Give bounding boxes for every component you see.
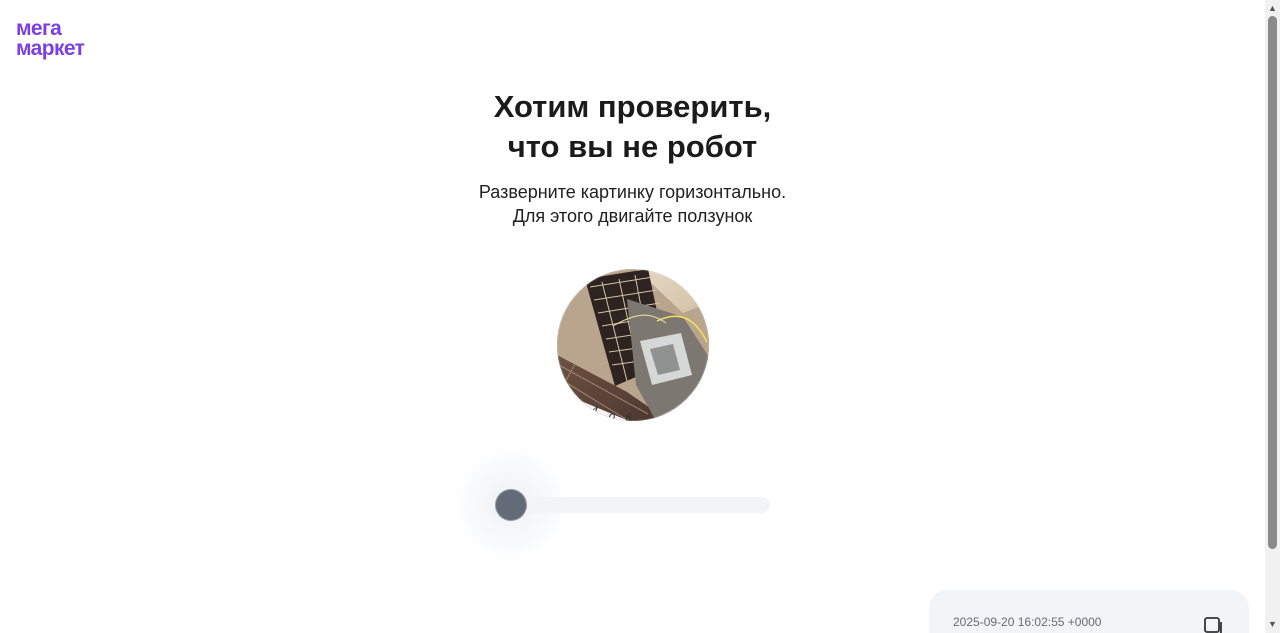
megamarket-logo[interactable]: мега маркет — [16, 17, 108, 60]
rotation-slider-track[interactable] — [509, 497, 770, 513]
vertical-scrollbar[interactable]: ▲ ▼ — [1265, 0, 1280, 633]
rotation-slider-thumb[interactable] — [495, 489, 527, 521]
captcha-title: Хотим проверить, что вы не робот — [0, 87, 1265, 167]
rotated-room-photo: 4 0 6 — [557, 269, 709, 421]
copy-timestamp-button[interactable] — [1201, 614, 1225, 633]
captcha-instruction-line-1: Разверните картинку горизонтально. — [478, 182, 787, 202]
request-timestamp: 2025-09-20 16:02:55 +0000 — [953, 615, 1102, 629]
scroll-up-icon[interactable]: ▲ — [1268, 4, 1277, 13]
logo-line-market: маркет — [16, 37, 85, 60]
captcha-instructions: Разверните картинку горизонтально. Для э… — [0, 180, 1265, 228]
rotated-captcha-image: 4 0 6 — [557, 269, 709, 421]
captcha-title-line-2: что вы не робот — [507, 129, 758, 164]
captcha-instruction-line-2: Для этого двигайте ползунок — [512, 206, 753, 226]
captcha-page: мега маркет Хотим проверить, что вы не р… — [0, 0, 1280, 633]
logo-line-mega: мега — [16, 17, 62, 40]
captcha-title-line-1: Хотим проверить, — [493, 89, 772, 124]
request-info-card: 2025-09-20 16:02:55 +0000 — [929, 590, 1249, 633]
scrollbar-thumb[interactable] — [1268, 16, 1277, 549]
scroll-down-icon[interactable]: ▼ — [1268, 620, 1277, 629]
copy-icon — [1204, 617, 1222, 633]
